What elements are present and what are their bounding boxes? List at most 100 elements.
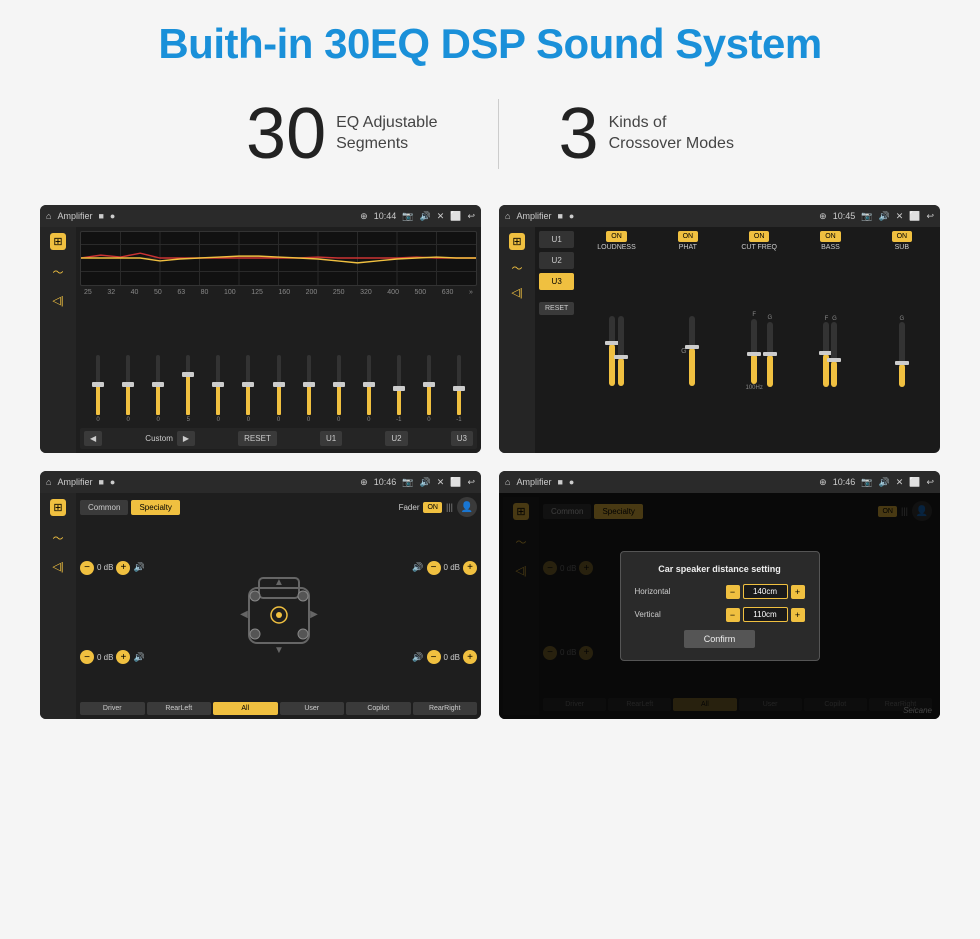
eq-slider-12[interactable]: -1: [445, 355, 473, 423]
screen4-app-title: Amplifier: [516, 477, 551, 487]
eq-slider-3[interactable]: 5: [174, 355, 202, 423]
vertical-minus-btn[interactable]: −: [726, 608, 740, 622]
eq-sidebar-icon3[interactable]: ⊞: [50, 499, 65, 516]
cutfreq-on[interactable]: ON: [749, 231, 770, 242]
prev-btn[interactable]: ◀: [84, 431, 102, 446]
bass-on[interactable]: ON: [820, 231, 841, 242]
x-icon3[interactable]: ✕: [437, 477, 445, 488]
back-icon[interactable]: ↩: [467, 211, 475, 222]
back-icon4[interactable]: ↩: [926, 477, 934, 488]
common-tab[interactable]: Common: [80, 500, 128, 515]
stat-eq-number: 30: [246, 98, 326, 170]
xover-u3-btn[interactable]: U3: [539, 273, 574, 290]
fader-on-btn[interactable]: ON: [423, 502, 442, 513]
eq-slider-7[interactable]: 0: [295, 355, 323, 423]
front-right-db: 🔊 − 0 dB +: [412, 561, 477, 575]
reset-btn[interactable]: RESET: [238, 431, 277, 446]
bass-slider1[interactable]: [823, 322, 829, 387]
screen3-topbar: ⌂ Amplifier ■ ● ⊕ 10:46 📷 🔊 ✕ ⬜ ↩: [40, 471, 481, 493]
channel-cutfreq: ON CUT FREQ F 100Hz: [725, 231, 793, 449]
distance-dialog-overlay: Car speaker distance setting Horizontal …: [499, 493, 940, 719]
xover-u1-btn[interactable]: U1: [539, 231, 574, 248]
xover-reset-btn[interactable]: RESET: [539, 302, 574, 315]
eq-slider-9[interactable]: 0: [355, 355, 383, 423]
home-icon2[interactable]: ⌂: [505, 211, 510, 221]
sub-slider[interactable]: [899, 322, 905, 387]
eq-slider-6[interactable]: 0: [264, 355, 292, 423]
eq-slider-5[interactable]: 0: [234, 355, 262, 423]
sub-on[interactable]: ON: [892, 231, 913, 242]
screen3-main: Common Specialty Fader ON ||| 👤: [76, 493, 481, 719]
rl-plus-btn[interactable]: +: [116, 650, 130, 664]
fl-minus-btn[interactable]: −: [80, 561, 94, 575]
rearright-btn[interactable]: RearRight: [413, 702, 478, 715]
phat-on[interactable]: ON: [678, 231, 699, 242]
fr-minus-btn[interactable]: −: [427, 561, 441, 575]
cutfreq-slider2[interactable]: [767, 322, 773, 387]
window-icon4[interactable]: ⬜: [909, 477, 920, 488]
x-icon4[interactable]: ✕: [896, 477, 904, 488]
svg-text:▶: ▶: [310, 609, 318, 620]
home-icon4[interactable]: ⌂: [505, 477, 510, 487]
freq-63: 63: [177, 289, 185, 296]
u3-btn[interactable]: U3: [451, 431, 473, 446]
wave-sidebar-icon2[interactable]: 〜: [512, 260, 523, 276]
driver-btn[interactable]: Driver: [80, 702, 145, 715]
loudness-slider2[interactable]: [618, 316, 624, 386]
channel-bass: ON BASS F G: [796, 231, 864, 449]
u1-btn[interactable]: U1: [320, 431, 342, 446]
vertical-plus-btn[interactable]: +: [791, 608, 805, 622]
back-icon2[interactable]: ↩: [926, 211, 934, 222]
loudness-on[interactable]: ON: [606, 231, 627, 242]
eq-slider-4[interactable]: 0: [204, 355, 232, 423]
rr-plus-btn[interactable]: +: [463, 650, 477, 664]
x-icon[interactable]: ✕: [437, 211, 445, 222]
expand-icon[interactable]: »: [469, 289, 473, 296]
channel-sub: ON SUB G: [868, 231, 936, 449]
speaker-sidebar-icon[interactable]: ◁|: [52, 294, 63, 307]
wave-sidebar-icon[interactable]: 〜: [53, 264, 64, 280]
eq-slider-8[interactable]: 0: [325, 355, 353, 423]
horizontal-minus-btn[interactable]: −: [726, 585, 740, 599]
x-icon2[interactable]: ✕: [896, 211, 904, 222]
bass-slider2[interactable]: [831, 322, 837, 387]
record-icon: ■: [98, 211, 103, 221]
eq-slider-0[interactable]: 0: [84, 355, 112, 423]
speaker-sidebar-icon3[interactable]: ◁|: [52, 560, 63, 573]
u2-btn[interactable]: U2: [385, 431, 407, 446]
xover-u2-btn[interactable]: U2: [539, 252, 574, 269]
window-icon[interactable]: ⬜: [450, 211, 461, 222]
screen1-time: 10:44: [374, 211, 397, 221]
confirm-button[interactable]: Confirm: [684, 630, 756, 648]
home-icon[interactable]: ⌂: [46, 211, 51, 221]
speaker-sidebar-icon2[interactable]: ◁|: [511, 286, 522, 299]
eq-sidebar-icon[interactable]: ⊞: [50, 233, 65, 250]
eq-sidebar-icon2[interactable]: ⊞: [509, 233, 524, 250]
fl-plus-btn[interactable]: +: [116, 561, 130, 575]
back-icon3[interactable]: ↩: [467, 477, 475, 488]
window-icon2[interactable]: ⬜: [909, 211, 920, 222]
stat-eq: 30 EQ Adjustable Segments: [186, 98, 498, 170]
copilot-btn[interactable]: Copilot: [346, 702, 411, 715]
eq-curve-svg: [81, 232, 476, 285]
rr-minus-btn[interactable]: −: [427, 650, 441, 664]
phat-slider[interactable]: [689, 316, 695, 386]
cutfreq-slider1[interactable]: [751, 319, 757, 384]
all-btn[interactable]: All: [213, 702, 278, 715]
play-btn[interactable]: ▶: [177, 431, 195, 446]
eq-slider-1[interactable]: 0: [114, 355, 142, 423]
user-btn[interactable]: User: [280, 702, 345, 715]
rearleft-btn[interactable]: RearLeft: [147, 702, 212, 715]
specialty-tab[interactable]: Specialty: [131, 500, 179, 515]
eq-slider-2[interactable]: 0: [144, 355, 172, 423]
home-icon3[interactable]: ⌂: [46, 477, 51, 487]
wave-sidebar-icon3[interactable]: 〜: [53, 530, 64, 546]
rl-minus-btn[interactable]: −: [80, 650, 94, 664]
gps-icon4: ⊕: [819, 477, 827, 488]
fr-plus-btn[interactable]: +: [463, 561, 477, 575]
horizontal-plus-btn[interactable]: +: [791, 585, 805, 599]
eq-slider-10[interactable]: -1: [385, 355, 413, 423]
window-icon3[interactable]: ⬜: [450, 477, 461, 488]
eq-slider-11[interactable]: 0: [415, 355, 443, 423]
loudness-slider[interactable]: [609, 316, 615, 386]
